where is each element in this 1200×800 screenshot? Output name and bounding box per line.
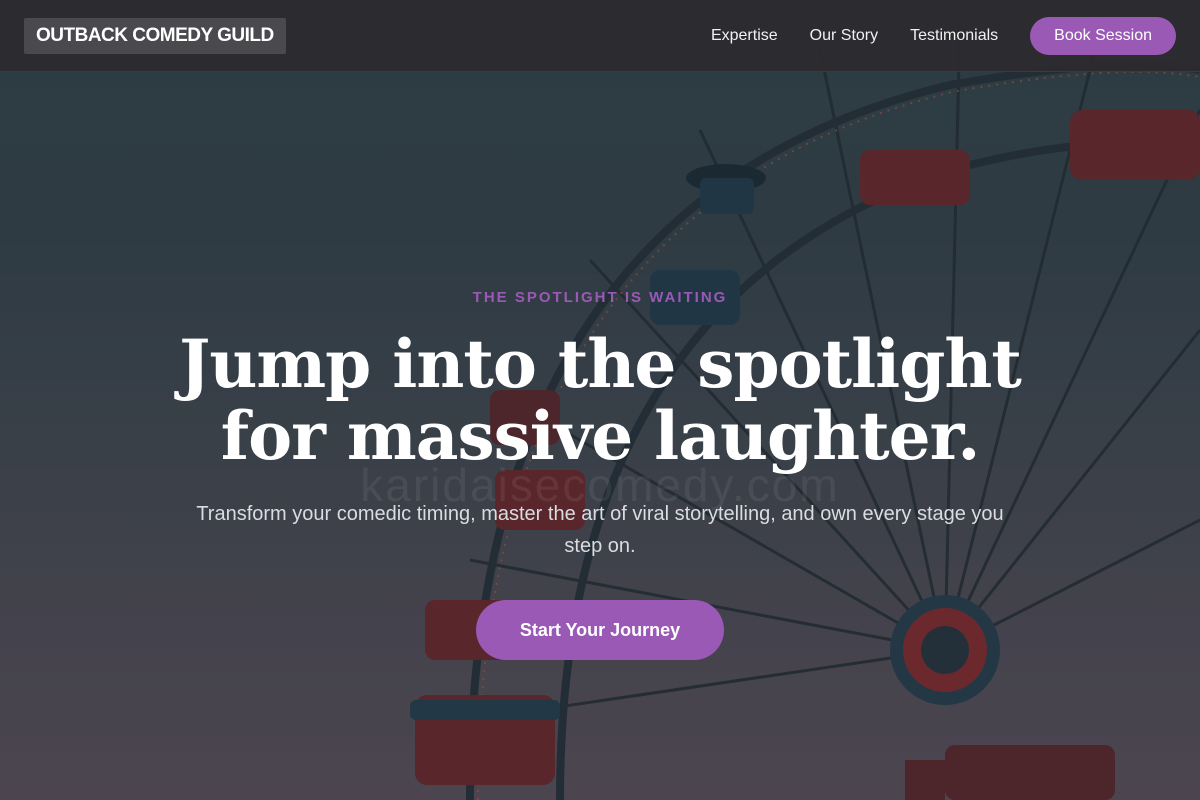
hero-subtext: Transform your comedic timing, master th… — [196, 503, 1004, 557]
hero-section: THE SPOTLIGHT IS WAITING Jump into the s… — [0, 0, 1200, 800]
nav-link-testimonials[interactable]: Testimonials — [910, 27, 998, 45]
book-session-button[interactable]: Book Session — [1030, 16, 1176, 55]
nav-link-expertise[interactable]: Expertise — [711, 27, 778, 45]
nav-links: Expertise Our Story Testimonials Book Se… — [711, 16, 1176, 55]
start-journey-button[interactable]: Start Your Journey — [476, 600, 724, 660]
nav-link-our-story[interactable]: Our Story — [810, 27, 878, 45]
hero-eyebrow: THE SPOTLIGHT IS WAITING — [472, 289, 728, 306]
hero-headline: Jump into the spotlight for massive laug… — [0, 328, 1200, 472]
top-navbar: OUTBACK COMEDY GUILD Expertise Our Story… — [0, 0, 1200, 72]
hero-headline-line-1: Jump into the spotlight — [179, 325, 1022, 403]
brand-logo[interactable]: OUTBACK COMEDY GUILD — [24, 17, 286, 54]
